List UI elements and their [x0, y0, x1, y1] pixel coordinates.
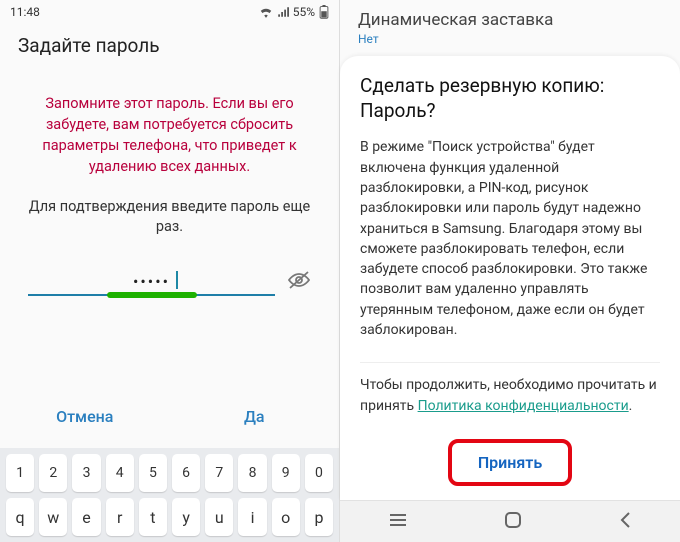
- key-e[interactable]: e: [72, 498, 100, 536]
- button-row: Отмена Да: [0, 387, 339, 448]
- password-input-row: •••••: [22, 268, 317, 300]
- keyboard-row-numbers: 1234567890: [4, 454, 335, 492]
- ok-button[interactable]: Да: [170, 397, 340, 436]
- key-u[interactable]: u: [205, 498, 233, 536]
- visibility-toggle-icon[interactable]: [287, 270, 311, 294]
- phone-left: 11:48 55% Задайте пароль Запомните этот …: [0, 0, 340, 542]
- password-strength-bar: [107, 292, 197, 298]
- key-9[interactable]: 9: [272, 454, 300, 492]
- key-1[interactable]: 1: [6, 454, 34, 492]
- key-y[interactable]: y: [172, 498, 200, 536]
- dialog-footer: Чтобы продолжить, необходимо прочитать и…: [360, 375, 660, 417]
- accept-button[interactable]: Принять: [462, 447, 558, 478]
- key-q[interactable]: q: [6, 498, 34, 536]
- cancel-button[interactable]: Отмена: [0, 397, 170, 436]
- divider: [360, 362, 660, 363]
- nav-home-icon[interactable]: [503, 510, 523, 534]
- key-0[interactable]: 0: [305, 454, 333, 492]
- dialog-body: В режиме "Поиск устройства" будет включе…: [360, 137, 660, 340]
- key-o[interactable]: o: [272, 498, 300, 536]
- key-r[interactable]: r: [106, 498, 134, 536]
- page-title: Задайте пароль: [0, 24, 339, 63]
- wifi-icon: [259, 6, 273, 18]
- key-4[interactable]: 4: [106, 454, 134, 492]
- key-3[interactable]: 3: [72, 454, 100, 492]
- signal-icon: [277, 6, 289, 18]
- key-i[interactable]: i: [238, 498, 266, 536]
- dialog-title: Сделать резервную копию: Пароль?: [360, 74, 660, 123]
- key-t[interactable]: t: [139, 498, 167, 536]
- nav-recent-icon[interactable]: [388, 512, 408, 532]
- settings-item-title[interactable]: Динамическая заставка: [358, 10, 662, 30]
- key-7[interactable]: 7: [205, 454, 233, 492]
- accept-highlight: Принять: [448, 439, 572, 486]
- accept-wrap: Принять: [360, 439, 660, 486]
- phone-right: Динамическая заставка Нет Сделать резерв…: [340, 0, 680, 542]
- key-p[interactable]: p: [305, 498, 333, 536]
- warning-text: Запомните этот пароль. Если вы его забуд…: [22, 93, 317, 177]
- text-cursor: [176, 271, 178, 289]
- status-right: 55%: [259, 5, 329, 19]
- battery-icon: [319, 5, 329, 19]
- settings-header: Динамическая заставка Нет: [340, 0, 680, 50]
- keyboard: 1234567890 qwertyuiop: [0, 448, 339, 542]
- key-w[interactable]: w: [39, 498, 67, 536]
- dialog-sheet: Сделать резервную копию: Пароль? В режим…: [340, 56, 680, 500]
- key-6[interactable]: 6: [172, 454, 200, 492]
- password-dots: •••••: [133, 272, 170, 291]
- nav-back-icon[interactable]: [618, 511, 632, 533]
- settings-item-value: Нет: [358, 32, 662, 46]
- nav-bar: [340, 500, 680, 542]
- key-2[interactable]: 2: [39, 454, 67, 492]
- key-8[interactable]: 8: [238, 454, 266, 492]
- key-5[interactable]: 5: [139, 454, 167, 492]
- privacy-policy-link[interactable]: Политика конфиденциальности: [418, 398, 629, 414]
- battery-text: 55%: [293, 5, 315, 19]
- password-input[interactable]: •••••: [28, 268, 275, 296]
- keyboard-row-letters: qwertyuiop: [4, 498, 335, 536]
- status-bar: 11:48 55%: [0, 0, 339, 24]
- left-content: Запомните этот пароль. Если вы его забуд…: [0, 63, 339, 387]
- footer-suffix: .: [629, 398, 633, 414]
- confirm-text: Для подтверждения введите пароль еще раз…: [22, 197, 317, 238]
- status-time: 11:48: [10, 5, 40, 19]
